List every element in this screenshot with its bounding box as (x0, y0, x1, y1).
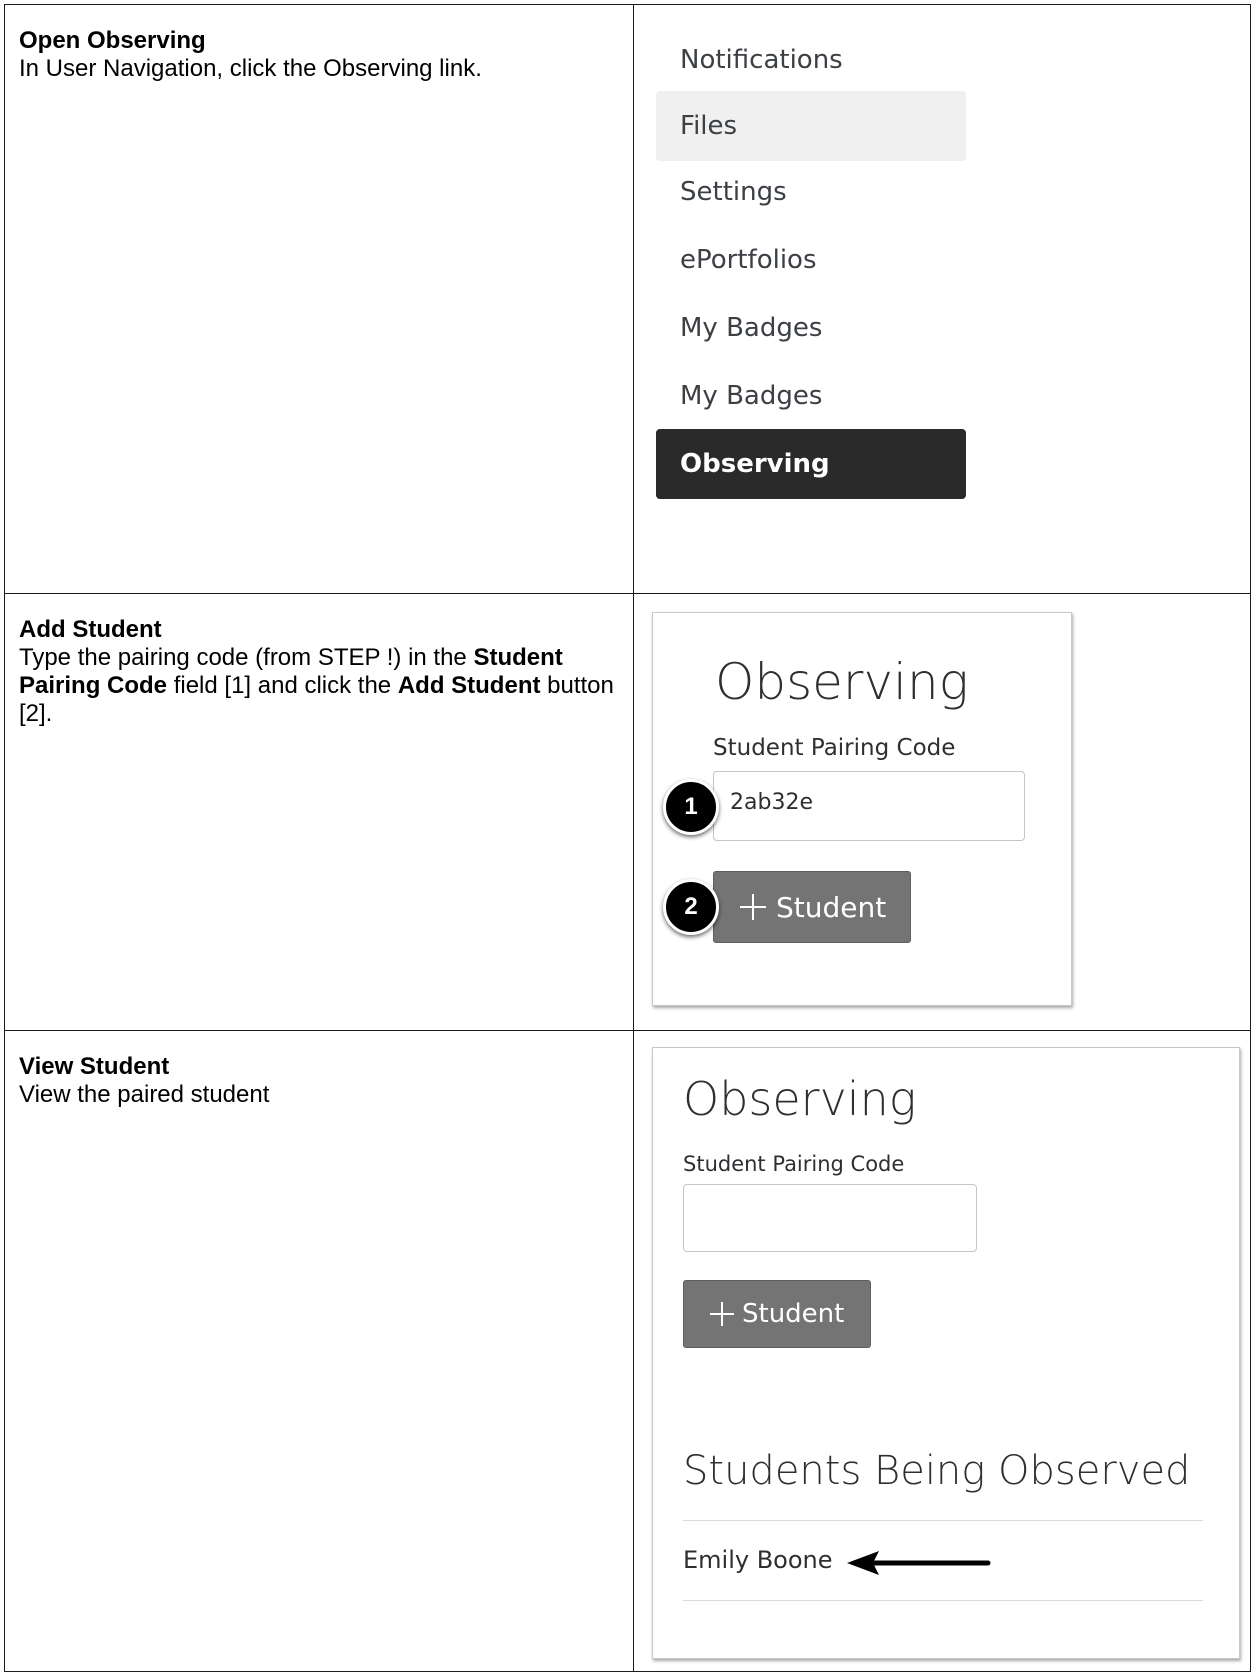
nav-item-eportfolios[interactable]: ePortfolios (656, 225, 966, 295)
observing-title: Observing (715, 653, 969, 711)
pairing-code-input[interactable]: 2ab32e (713, 771, 1025, 841)
pairing-code-input[interactable] (683, 1184, 977, 1252)
instructions-table: Open Observing In User Navigation, click… (4, 4, 1251, 1672)
students-observed-heading: Students Being Observed (683, 1448, 1191, 1494)
add-student-screenshot: Observing Student Pairing Code 2ab32e St… (652, 612, 1072, 1006)
user-navigation-screenshot: Notifications Files Settings ePortfolios… (634, 5, 1250, 593)
plus-icon (710, 1302, 734, 1326)
callout-1: 1 (663, 779, 719, 835)
add-student-button[interactable]: Student (683, 1280, 871, 1348)
step-row-add-student: Add Student Type the pairing code (from … (4, 593, 1251, 1031)
step-text-cell: Add Student Type the pairing code (from … (4, 593, 634, 1031)
step-row-open-observing: Open Observing In User Navigation, click… (4, 4, 1251, 594)
step-image-cell: Observing Student Pairing Code Student S… (633, 1030, 1251, 1672)
nav-item-settings[interactable]: Settings (656, 157, 966, 227)
step-description: View the paired student (19, 1081, 270, 1108)
step-image-cell: Observing Student Pairing Code 2ab32e St… (633, 593, 1251, 1031)
add-student-button[interactable]: Student (713, 871, 911, 943)
step-description: Type the pairing code (from STEP !) in t… (19, 644, 621, 728)
list-divider (683, 1600, 1203, 1601)
callout-2: 2 (663, 879, 719, 935)
arrow-left-icon (847, 1551, 991, 1575)
nav-item-observing[interactable]: Observing (656, 429, 966, 499)
nav-item-my-badges-2[interactable]: My Badges (656, 361, 966, 431)
step-title: Add Student (19, 616, 162, 643)
view-student-screenshot: Observing Student Pairing Code Student S… (652, 1047, 1240, 1659)
nav-item-my-badges[interactable]: My Badges (656, 293, 966, 363)
desc-bold-button: Add Student (397, 672, 541, 699)
pairing-code-label: Student Pairing Code (713, 735, 956, 761)
step-text-cell: View Student View the paired student (4, 1030, 634, 1672)
observed-student-link[interactable]: Emily Boone (683, 1546, 833, 1574)
plus-icon (740, 894, 766, 920)
add-student-button-label: Student (742, 1299, 845, 1329)
desc-text: field [1] and click the (167, 672, 398, 699)
nav-item-notifications[interactable]: Notifications (656, 25, 966, 95)
add-student-button-label: Student (776, 890, 887, 924)
list-divider (683, 1520, 1203, 1521)
observing-title: Observing (683, 1072, 917, 1126)
step-description: In User Navigation, click the Observing … (19, 55, 482, 82)
step-text-cell: Open Observing In User Navigation, click… (4, 4, 634, 594)
pairing-code-label: Student Pairing Code (683, 1152, 905, 1176)
desc-text: Type the pairing code (from STEP !) in t… (19, 644, 474, 671)
step-title: View Student (19, 1053, 170, 1080)
step-image-cell: Notifications Files Settings ePortfolios… (633, 4, 1251, 594)
step-title: Open Observing (19, 27, 206, 54)
nav-item-files[interactable]: Files (656, 91, 966, 161)
step-row-view-student: View Student View the paired student Obs… (4, 1030, 1251, 1672)
